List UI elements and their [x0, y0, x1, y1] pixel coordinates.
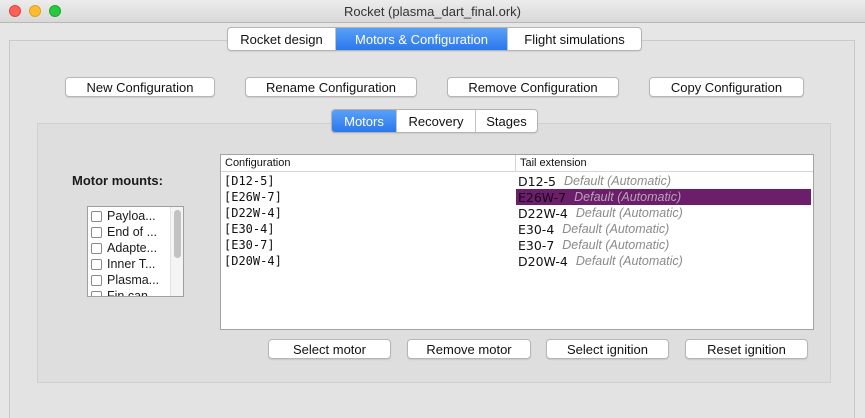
motor-mounts-list[interactable]: Payloa... End of ... Adapte... Inner T..…: [87, 206, 184, 297]
tail-extension-cell[interactable]: E30-7 Default (Automatic): [516, 237, 811, 253]
configuration-cell[interactable]: [D20W-4]: [224, 253, 282, 269]
reset-ignition-button[interactable]: Reset ignition: [685, 339, 808, 359]
motor-mount-item[interactable]: Inner T...: [91, 256, 155, 272]
default-label: Default (Automatic): [564, 174, 671, 188]
column-header-tail-extension[interactable]: Tail extension: [516, 155, 813, 172]
main-tab-bar: Rocket design Motors & Configuration Fli…: [227, 27, 642, 51]
copy-configuration-button[interactable]: Copy Configuration: [649, 77, 804, 97]
tail-extension-cell[interactable]: E30-4 Default (Automatic): [516, 221, 811, 237]
tab-motors[interactable]: Motors: [332, 110, 397, 132]
motor-mount-checkbox[interactable]: [91, 274, 102, 286]
remove-configuration-button[interactable]: Remove Configuration: [447, 77, 619, 97]
motor-name: E30-7: [518, 237, 555, 253]
column-header-configuration[interactable]: Configuration: [221, 155, 516, 172]
configuration-cell[interactable]: [D12-5]: [224, 173, 275, 189]
tab-flight-simulations[interactable]: Flight simulations: [508, 28, 641, 50]
motor-mount-item[interactable]: Adapte...: [91, 240, 157, 256]
motor-mount-label: Inner T...: [107, 257, 156, 271]
motor-name: D20W-4: [518, 253, 568, 269]
motor-mount-label: Adapte...: [107, 241, 158, 255]
motor-mount-checkbox[interactable]: [91, 290, 102, 296]
motor-mounts-label: Motor mounts:: [72, 173, 163, 188]
default-label: Default (Automatic): [562, 222, 670, 236]
tab-motors-configuration[interactable]: Motors & Configuration: [336, 28, 508, 50]
motor-configuration-table[interactable]: Configuration Tail extension [D12-5] [E2…: [220, 154, 814, 330]
default-label: Default (Automatic): [562, 238, 670, 252]
default-label: Default (Automatic): [575, 206, 683, 220]
sub-tab-bar: Motors Recovery Stages: [331, 109, 538, 133]
motor-name: E30-4: [518, 221, 555, 237]
motor-mount-checkbox[interactable]: [91, 242, 102, 254]
motor-mount-label: Payloa...: [107, 209, 156, 223]
window-title: Rocket (plasma_dart_final.ork): [343, 4, 522, 19]
rename-configuration-button[interactable]: Rename Configuration: [245, 77, 417, 97]
motor-mount-checkbox[interactable]: [91, 226, 102, 238]
motor-mount-item[interactable]: Plasma...: [91, 272, 159, 288]
motor-mount-checkbox[interactable]: [91, 210, 102, 222]
motor-mount-label: Plasma...: [107, 273, 160, 287]
tab-rocket-design[interactable]: Rocket design: [228, 28, 336, 50]
configuration-cell[interactable]: [D22W-4]: [224, 205, 282, 221]
motor-mount-label: Fin can...: [107, 289, 159, 297]
tab-stages[interactable]: Stages: [476, 110, 537, 132]
tab-recovery[interactable]: Recovery: [397, 110, 476, 132]
motor-mount-item[interactable]: End of ...: [91, 224, 157, 240]
default-label: Default (Automatic): [575, 254, 683, 268]
default-label: Default (Automatic): [574, 190, 682, 204]
motor-mount-item[interactable]: Fin can...: [91, 288, 159, 297]
tail-extension-cell[interactable]: D12-5 Default (Automatic): [516, 173, 811, 189]
select-motor-button[interactable]: Select motor: [268, 339, 391, 359]
motor-mount-checkbox[interactable]: [91, 258, 102, 270]
configuration-cell[interactable]: [E30-4]: [224, 221, 275, 237]
new-configuration-button[interactable]: New Configuration: [65, 77, 215, 97]
motor-name: D12-5: [518, 173, 556, 189]
motor-name: D22W-4: [518, 205, 568, 221]
configuration-cell[interactable]: [E26W-7]: [224, 189, 282, 205]
motor-mounts-scrollbar[interactable]: [174, 210, 181, 258]
remove-motor-button[interactable]: Remove motor: [407, 339, 531, 359]
configuration-cell[interactable]: [E30-7]: [224, 237, 275, 253]
motor-name: E26W-7: [518, 189, 567, 205]
tail-extension-cell-selected[interactable]: E26W-7 Default (Automatic): [516, 189, 811, 205]
tail-extension-cell[interactable]: D20W-4 Default (Automatic): [516, 253, 811, 269]
select-ignition-button[interactable]: Select ignition: [546, 339, 669, 359]
motor-mounts-scroll-track[interactable]: [170, 207, 183, 296]
motor-mount-label: End of ...: [107, 225, 158, 239]
tail-extension-cell[interactable]: D22W-4 Default (Automatic): [516, 205, 811, 221]
motor-mount-item[interactable]: Payloa...: [91, 208, 156, 224]
